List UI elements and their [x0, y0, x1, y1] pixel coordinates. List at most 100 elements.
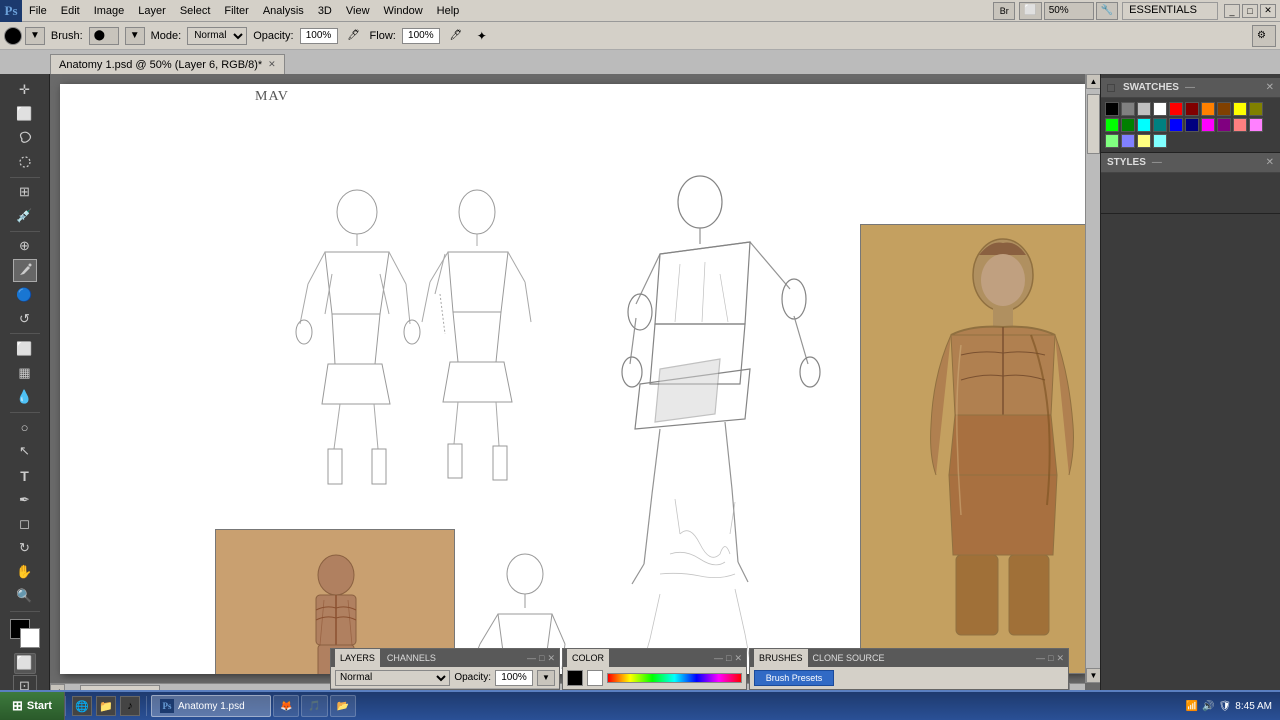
menu-window[interactable]: Window	[377, 0, 430, 22]
screen-mode-btn[interactable]: ⬜	[1019, 2, 1041, 20]
taskbar-firefox-btn[interactable]: 🦊	[273, 695, 299, 717]
brush-preview[interactable]	[4, 27, 22, 45]
network-tray-icon[interactable]: 📶	[1186, 701, 1198, 712]
layer-mode-select[interactable]: Normal	[335, 670, 450, 686]
swatches-close-btn[interactable]: ✕	[1266, 82, 1274, 93]
styles-panel-header[interactable]: STYLES — ✕	[1101, 153, 1280, 173]
swatch-item[interactable]	[1233, 102, 1247, 116]
clone-stamp-tool[interactable]: 🔵	[13, 283, 37, 306]
swatch-item[interactable]	[1137, 134, 1151, 148]
gradient-tool[interactable]: ▦	[13, 361, 37, 384]
security-tray-icon[interactable]: 🛡	[1219, 701, 1232, 712]
brushes-min-btn[interactable]: —	[1036, 653, 1045, 664]
taskbar-media-btn[interactable]: 🎵	[301, 695, 327, 717]
swatch-item[interactable]	[1121, 102, 1135, 116]
vertical-scrollbar[interactable]: ▲ ▼	[1085, 74, 1100, 683]
opacity-input[interactable]	[300, 28, 338, 44]
swatch-item[interactable]	[1105, 118, 1119, 132]
spot-heal-tool[interactable]: ⊕	[13, 235, 37, 258]
brush-preset-selected[interactable]: Brush Presets	[754, 670, 834, 686]
menu-file[interactable]: File	[22, 0, 54, 22]
brushes-tab[interactable]: BRUSHES	[754, 649, 808, 667]
eraser-tool[interactable]: ⬜	[13, 337, 37, 360]
brush-size-btn[interactable]: ⬤	[89, 27, 119, 45]
ql-winamp-btn[interactable]: ♪	[120, 696, 140, 716]
swatch-item[interactable]	[1185, 102, 1199, 116]
color-min-btn[interactable]: —	[714, 653, 723, 664]
quick-mask-btn[interactable]: ⬜	[14, 653, 36, 674]
scroll-up-btn[interactable]: ▲	[1086, 74, 1100, 89]
swatch-item[interactable]	[1169, 102, 1183, 116]
swatch-item[interactable]	[1201, 102, 1215, 116]
swatch-item[interactable]	[1249, 118, 1263, 132]
taskbar-folder-btn[interactable]: 📂	[330, 695, 356, 717]
hand-tool[interactable]: ✋	[13, 561, 37, 584]
scroll-thumb-v[interactable]	[1087, 94, 1100, 154]
swatch-item[interactable]	[1121, 118, 1135, 132]
layers-min-btn[interactable]: —	[527, 653, 536, 664]
lasso-tool[interactable]	[13, 126, 37, 149]
scroll-down-btn[interactable]: ▼	[1086, 668, 1100, 683]
brush-tool[interactable]	[13, 259, 37, 282]
menu-layer[interactable]: Layer	[131, 0, 173, 22]
swatch-item[interactable]	[1105, 102, 1119, 116]
crop-tool[interactable]: ⊞	[13, 181, 37, 204]
history-brush-tool[interactable]: ↺	[13, 307, 37, 330]
swatch-item[interactable]	[1217, 118, 1231, 132]
start-button[interactable]: ⊞ Start	[0, 692, 65, 720]
dodge-tool[interactable]: ○	[13, 416, 37, 439]
background-color[interactable]	[20, 628, 40, 648]
canvas-area[interactable]: MAV	[50, 74, 1100, 698]
menu-help[interactable]: Help	[430, 0, 467, 22]
minimize-btn[interactable]: _	[1224, 4, 1240, 18]
menu-3d[interactable]: 3D	[311, 0, 339, 22]
color-max-btn[interactable]: □	[726, 653, 731, 664]
brush-size-arrow[interactable]: ▼	[125, 27, 145, 45]
swatch-item[interactable]	[1153, 102, 1167, 116]
swatch-item[interactable]	[1169, 118, 1183, 132]
path-selection-tool[interactable]: ↖	[13, 440, 37, 463]
eyedropper-tool[interactable]: 💉	[13, 205, 37, 228]
blur-tool[interactable]: 💧	[13, 386, 37, 409]
airbrush-icon[interactable]: ✦	[472, 26, 492, 46]
styles-min-btn[interactable]: —	[1152, 157, 1162, 168]
zoom-tool[interactable]: 🔍	[13, 585, 37, 608]
pen-tool[interactable]: ✒	[13, 488, 37, 511]
swatches-panel-header[interactable]: SWATCHES — ✕	[1101, 78, 1280, 98]
swatch-item[interactable]	[1153, 118, 1167, 132]
swatch-item[interactable]	[1217, 102, 1231, 116]
menu-analysis[interactable]: Analysis	[256, 0, 311, 22]
color-close-btn[interactable]: ✕	[734, 653, 742, 664]
type-tool[interactable]: T	[13, 464, 37, 487]
opacity-pressure-icon[interactable]: 🖊	[344, 26, 364, 46]
brushes-close-btn[interactable]: ✕	[1056, 653, 1064, 664]
channels-tab[interactable]: CHANNELS	[382, 649, 441, 667]
menu-edit[interactable]: Edit	[54, 0, 87, 22]
brush-preset-btn[interactable]: ▼	[25, 27, 45, 45]
color-spectrum-bar[interactable]	[607, 673, 742, 683]
quick-select-tool[interactable]	[13, 150, 37, 173]
swatch-item[interactable]	[1105, 134, 1119, 148]
bg-color-swatch[interactable]	[587, 670, 603, 686]
menu-view[interactable]: View	[339, 0, 377, 22]
maximize-btn[interactable]: □	[1242, 4, 1258, 18]
fg-color-swatch[interactable]	[567, 670, 583, 686]
swatch-item[interactable]	[1137, 102, 1151, 116]
layers-max-btn[interactable]: □	[539, 653, 544, 664]
layers-close-btn[interactable]: ✕	[547, 653, 555, 664]
ql-explorer-btn[interactable]: 📁	[96, 696, 116, 716]
flow-pressure-icon[interactable]: 🖊	[446, 26, 466, 46]
ql-ie-btn[interactable]: 🌐	[72, 696, 92, 716]
color-tab[interactable]: COLOR	[567, 649, 609, 667]
bridge-icon[interactable]: Br	[993, 2, 1015, 20]
menu-image[interactable]: Image	[87, 0, 132, 22]
workspace-selector[interactable]: ESSENTIALS	[1122, 2, 1218, 20]
document-tab[interactable]: Anatomy 1.psd @ 50% (Layer 6, RGB/8)* ✕	[50, 54, 285, 74]
mode-select[interactable]: Normal Multiply Screen	[187, 27, 247, 45]
brushes-max-btn[interactable]: □	[1048, 653, 1053, 664]
volume-tray-icon[interactable]: 🔊	[1202, 701, 1214, 712]
tools-btn[interactable]: 🔧	[1096, 2, 1118, 20]
clone-source-tab[interactable]: CLONE SOURCE	[808, 649, 890, 667]
layers-tab[interactable]: LAYERS	[335, 649, 380, 667]
move-tool[interactable]: ✛	[13, 78, 37, 101]
